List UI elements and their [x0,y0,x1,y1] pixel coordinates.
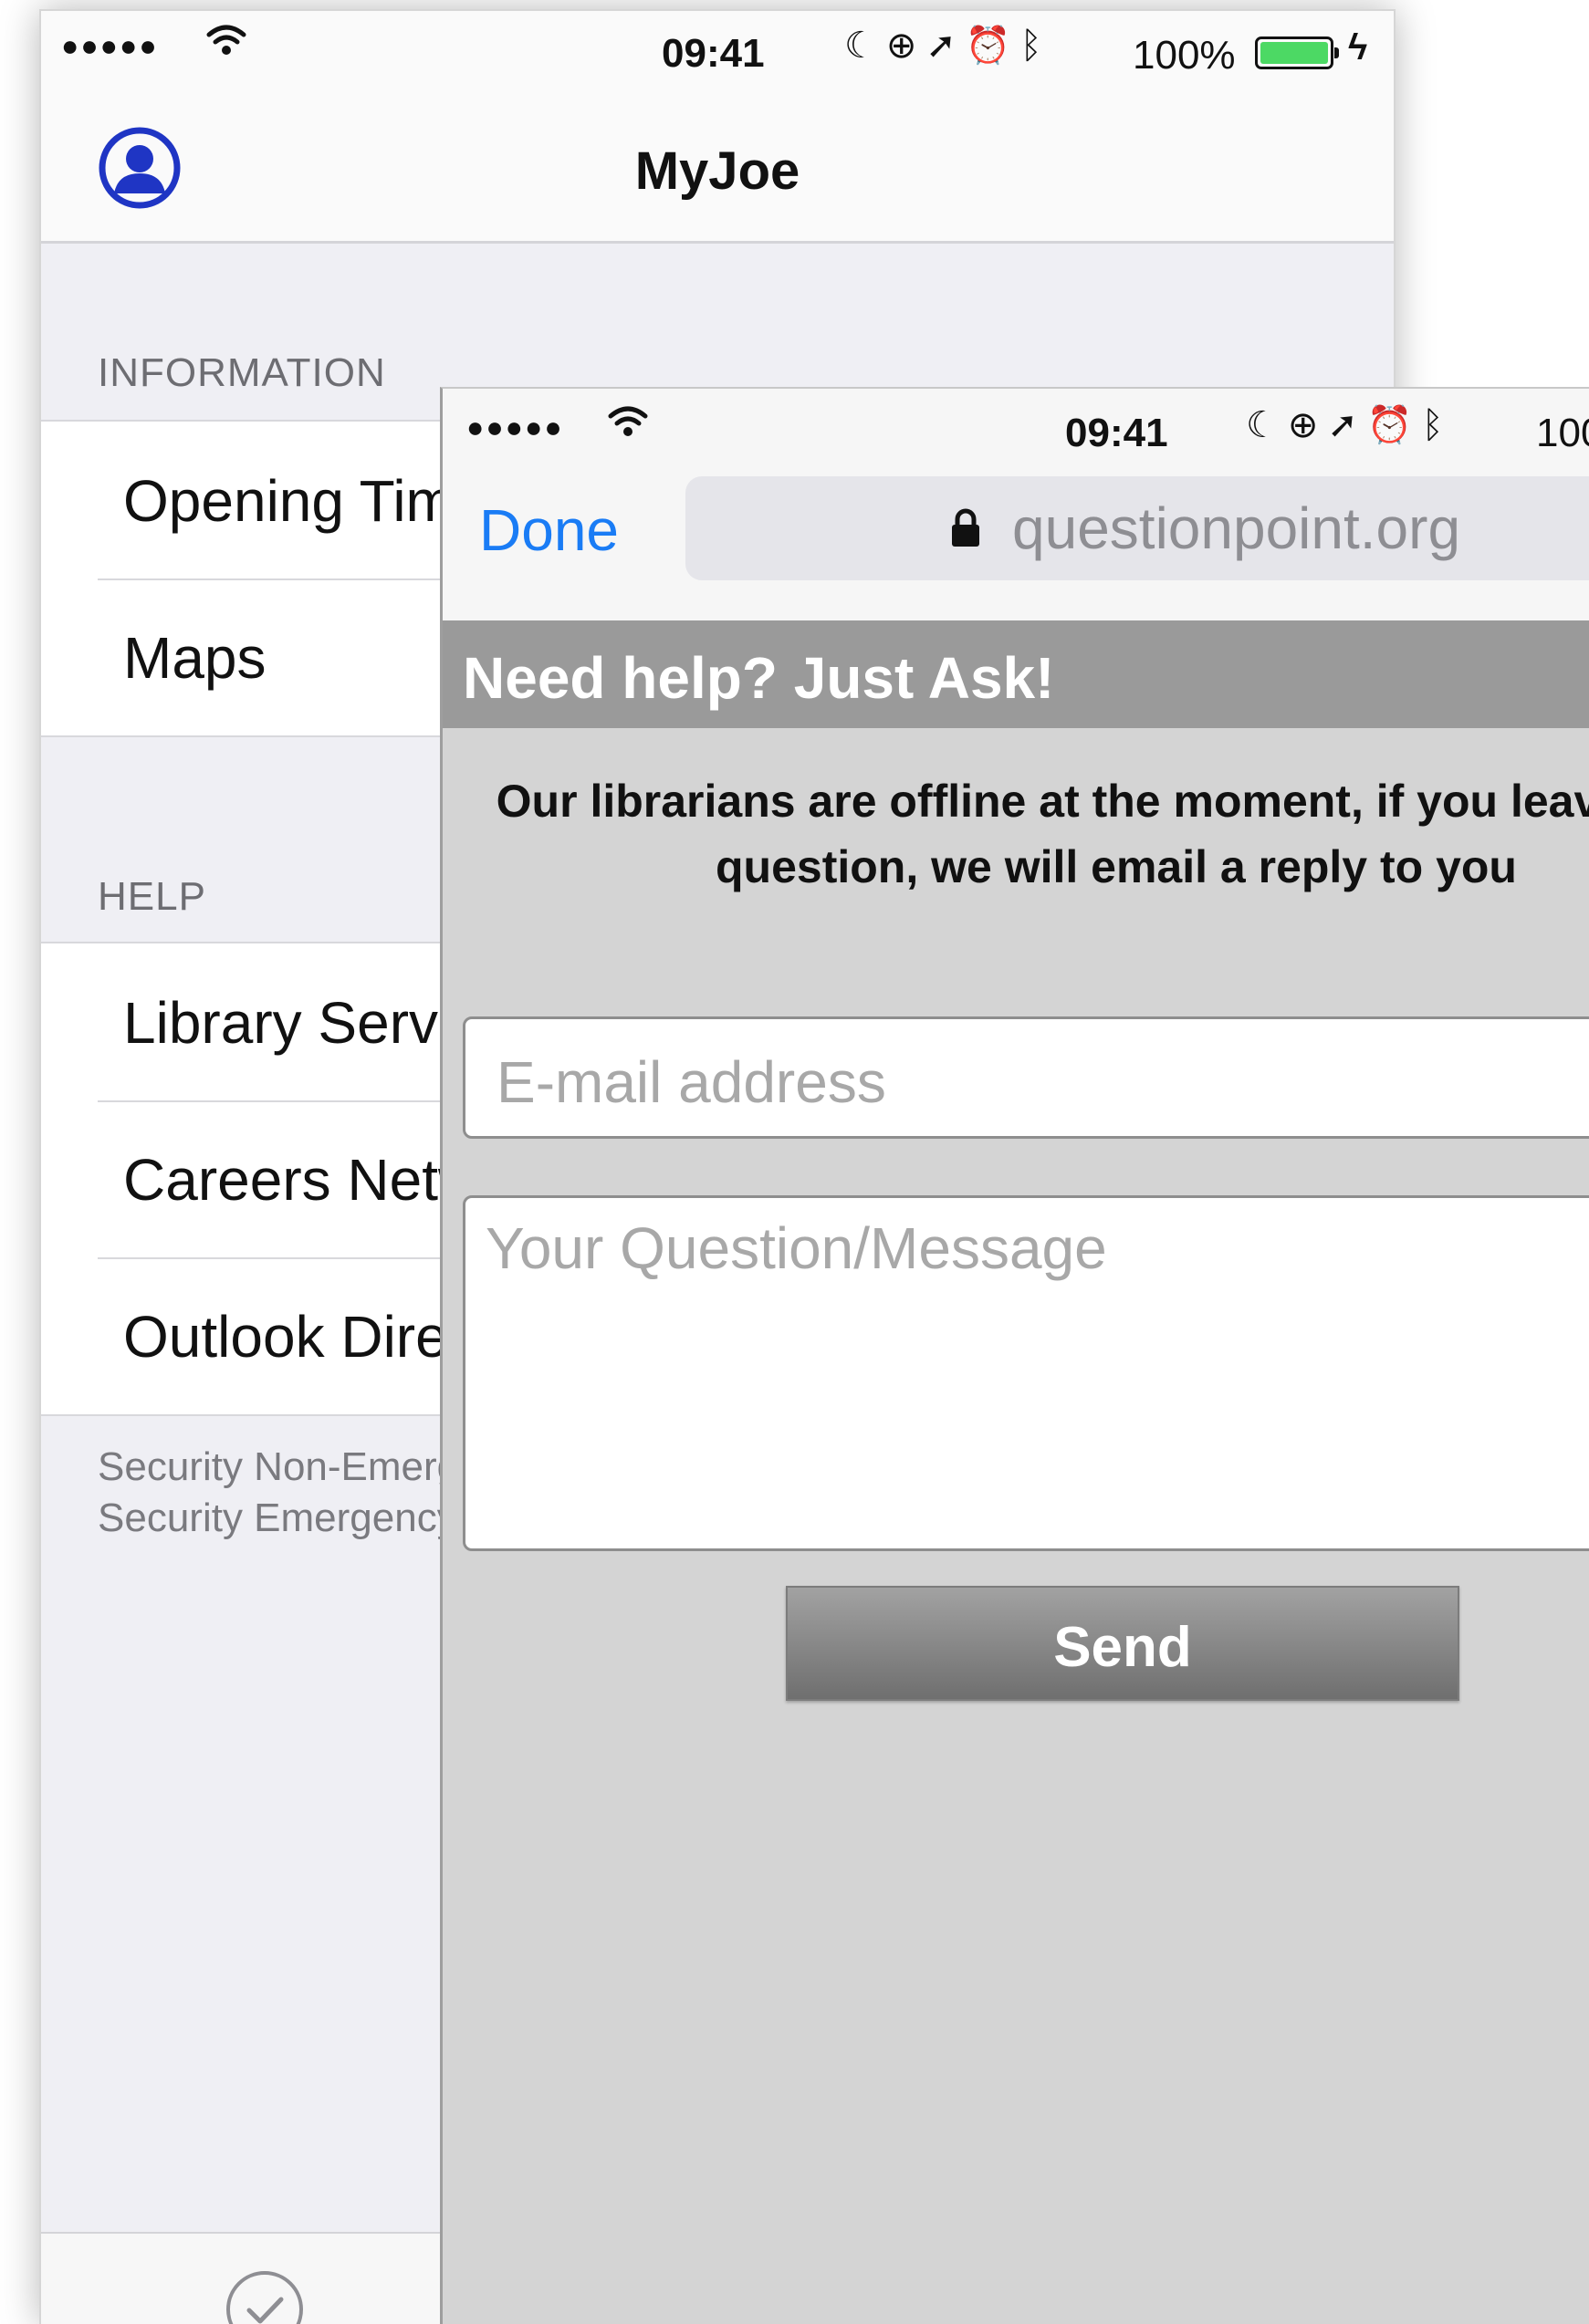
location-icon: ➚ [1327,405,1367,445]
screen: ●●●●● 09:41 ☾⊕➚⏰ᛒ 100% ϟ MyJoe INFORMATI… [0,0,1589,2324]
offline-message-line2: question, we will email a reply to you [716,841,1517,892]
moon-icon: ☾ [844,26,886,66]
moon-icon: ☾ [1246,405,1288,445]
offline-message: Our librarians are offline at the moment… [443,768,1589,900]
rotation-lock-icon: ⊕ [1287,405,1328,445]
app-header: ●●●●● 09:41 ☾⊕➚⏰ᛒ 100% ϟ MyJoe [41,11,1394,244]
status-time: 09:41 [662,31,765,76]
url-text: questionpoint.org [1012,495,1461,561]
bluetooth-icon: ᛒ [1421,405,1453,445]
browser-header: ●●●●● 09:41 ☾⊕➚⏰ᛒ 100% Done questionpoin… [443,389,1589,622]
signal-strength-icon: ●●●●● [61,29,159,62]
battery-percent: 100% [1536,411,1589,455]
browser-screen: ●●●●● 09:41 ☾⊕➚⏰ᛒ 100% Done questionpoin… [440,387,1589,2324]
signal-strength-icon: ●●●●● [466,411,564,443]
alarm-icon: ⏰ [965,26,1020,66]
charging-icon: ϟ [1348,27,1368,68]
section-header-information: INFORMATION [98,350,386,395]
alarm-icon: ⏰ [1366,405,1422,445]
offline-message-line1: Our librarians are offline at the moment… [496,776,1589,827]
status-icons: ☾⊕➚⏰ᛒ [1246,403,1453,446]
wifi-icon [607,403,649,450]
lock-icon [950,507,981,547]
status-bar: ●●●●● 09:41 ☾⊕➚⏰ᛒ 100% [443,389,1589,462]
message-textarea[interactable]: Your Question/Message [463,1195,1589,1551]
email-field[interactable]: E-mail address [463,1016,1589,1139]
battery-icon [1255,36,1339,69]
section-header-help: HELP [98,874,206,919]
message-placeholder: Your Question/Message [486,1215,1107,1281]
email-placeholder: E-mail address [497,1049,886,1115]
bluetooth-icon: ᛒ [1019,26,1051,66]
send-button[interactable]: Send [786,1586,1459,1701]
checkmark-tab-icon[interactable] [224,2268,306,2324]
status-icons: ☾⊕➚⏰ᛒ [844,24,1051,67]
help-banner: Need help? Just Ask! [443,620,1589,728]
banner-title: Need help? Just Ask! [463,645,1055,711]
page-title: MyJoe [634,141,800,201]
address-bar[interactable]: questionpoint.org [685,476,1589,580]
done-button[interactable]: Done [479,496,619,564]
location-icon: ➚ [925,26,966,66]
status-time: 09:41 [1065,411,1168,455]
send-button-label: Send [1053,1616,1192,1679]
wifi-icon [205,22,247,68]
rotation-lock-icon: ⊕ [885,26,926,66]
status-bar: ●●●●● 09:41 ☾⊕➚⏰ᛒ 100% ϟ [41,11,1394,84]
battery-percent: 100% [1133,33,1236,78]
list-item-label: Maps [123,625,267,691]
